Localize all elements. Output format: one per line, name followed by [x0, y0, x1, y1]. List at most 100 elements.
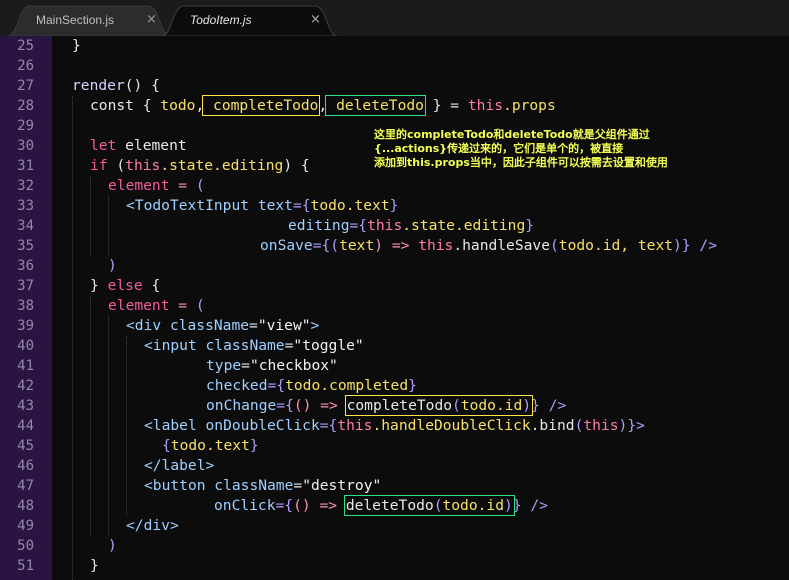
line-number: 46	[17, 458, 34, 474]
code-token: completeTodo	[346, 397, 453, 414]
complete-todo-highlight: completeTodo	[202, 95, 321, 116]
code-token: onSave	[260, 237, 313, 254]
code-token: .bind	[530, 417, 575, 434]
code-token: onClick	[214, 497, 276, 514]
code-token: todo	[285, 377, 321, 394]
code-token: ,	[195, 97, 205, 114]
code-line-30: let element	[90, 136, 187, 156]
line-number: 27	[17, 78, 34, 94]
code-token: ={	[349, 217, 368, 234]
code-line-35: onSave={(text) => this.handleSave(todo.i…	[260, 236, 717, 256]
code-token: {	[162, 437, 171, 454]
code-token: ) =>	[374, 237, 419, 254]
code-token: .id,	[593, 237, 638, 254]
code-line-40: <input className="toggle"	[144, 336, 364, 356]
tab-label: MainSection.js	[36, 13, 115, 27]
code-token: text	[249, 197, 293, 214]
tab-bar: MainSection.js × TodoItem.js ×	[0, 0, 789, 36]
code-token: {	[133, 97, 161, 114]
close-icon[interactable]: ×	[146, 12, 157, 27]
code-token: button	[152, 477, 206, 494]
code-token: <	[144, 337, 153, 354]
code-token: }	[90, 557, 99, 574]
tab-label: TodoItem.js	[190, 13, 252, 27]
code-token: todo	[170, 437, 206, 454]
code-line-27: render() {	[72, 76, 160, 96]
code-token: .text	[205, 437, 250, 454]
code-token: }	[525, 217, 535, 234]
code-area[interactable]: } render() { const { todo, completeTodo,…	[52, 36, 789, 580]
line-number: 32	[17, 178, 34, 194]
code-token: className	[205, 477, 294, 494]
code-token: label	[161, 457, 206, 474]
code-token: className	[161, 317, 250, 334]
code-token: <	[126, 197, 135, 214]
code-line-42: checked={todo.completed}	[206, 376, 417, 396]
code-token: }	[90, 277, 108, 294]
code-token: ={	[319, 417, 338, 434]
code-token: }	[72, 37, 81, 54]
code-token: =	[293, 477, 303, 494]
code-line-28: const { todo, completeTodo, deleteTodo }…	[90, 95, 556, 116]
code-line-36: )	[108, 256, 117, 276]
code-token: .text	[345, 197, 390, 214]
line-number: 51	[17, 558, 34, 574]
code-token: this	[337, 417, 373, 434]
code-token: } />	[512, 497, 548, 514]
code-token: () =>	[293, 497, 346, 514]
code-token: {	[142, 277, 161, 294]
code-token: text	[339, 237, 375, 254]
code-token: =	[241, 357, 250, 374]
code-token: )	[522, 397, 532, 414]
code-token: (	[452, 397, 461, 414]
code-token: .completed	[320, 377, 409, 394]
code-token: "toggle"	[293, 337, 364, 354]
code-token: todo	[310, 197, 346, 214]
code-token: .handleSave	[453, 237, 550, 254]
code-editor[interactable]: 25 26 27 28 29 30 31 32 33 34 35 36 37 3…	[0, 36, 789, 580]
close-icon[interactable]: ×	[310, 12, 321, 27]
code-line-32: element = (	[108, 176, 205, 196]
code-token: deleteTodo	[345, 497, 434, 514]
code-token: "destroy"	[302, 477, 382, 494]
code-token: (	[195, 297, 205, 314]
line-number: 35	[17, 238, 34, 254]
line-number: 33	[17, 198, 34, 214]
code-token: ={	[276, 397, 294, 414]
code-token: this	[418, 237, 454, 254]
tab-todoitem[interactable]: TodoItem.js ×	[162, 5, 337, 36]
indent-guide	[90, 296, 92, 536]
code-token: () =>	[293, 397, 347, 414]
indent-guide	[126, 336, 128, 516]
code-token: this	[467, 97, 504, 114]
code-token: todo	[160, 97, 196, 114]
code-line-41: type="checkbox"	[206, 356, 338, 376]
annotation-note: 这里的completeTodo和deleteTodo就是父组件通过 {...ac…	[374, 128, 668, 170]
code-token: editing	[288, 217, 350, 234]
code-token: else	[107, 277, 143, 294]
line-number: 43	[17, 398, 34, 414]
code-token: } =	[423, 97, 468, 114]
code-token: className	[196, 337, 285, 354]
line-number: 28	[17, 98, 34, 114]
code-token: .id	[477, 497, 504, 514]
code-token: type	[206, 357, 242, 374]
code-line-44: <label onDoubleClick={this.handleDoubleC…	[144, 416, 645, 436]
code-token: =	[169, 177, 196, 194]
complete-todo-call-highlight: completeTodo(todo.id)	[344, 395, 534, 416]
code-line-39: <div className="view">	[126, 316, 319, 336]
line-number: 26	[17, 58, 34, 74]
code-token: text	[637, 237, 674, 254]
line-number: 39	[17, 318, 34, 334]
annotation-line: {...actions}传递过来的，它们是单个的，被直接	[374, 142, 624, 155]
code-token: ={	[275, 497, 294, 514]
tab-mainsection[interactable]: MainSection.js ×	[8, 5, 170, 36]
line-number: 47	[17, 478, 34, 494]
code-token: this	[367, 217, 403, 234]
code-token: if	[90, 157, 108, 174]
code-token: render	[72, 77, 125, 94]
line-number: 34	[17, 218, 34, 234]
annotation-line: 这里的completeTodo和deleteTodo就是父组件通过	[374, 128, 650, 141]
line-number: 48	[17, 498, 34, 514]
code-token: )	[108, 537, 117, 554]
